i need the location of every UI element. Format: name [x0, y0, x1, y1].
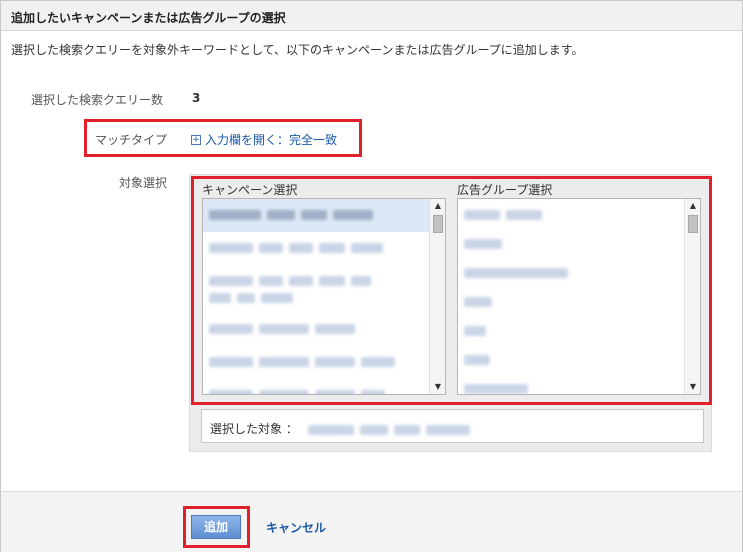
list-item[interactable] [458, 199, 700, 228]
cancel-link[interactable]: キャンセル [266, 519, 326, 536]
list-item[interactable] [458, 257, 700, 286]
selected-query-count-label: 選択した検索クエリー数 [31, 93, 164, 107]
blurred-text [315, 323, 355, 334]
blurred-text [464, 267, 568, 278]
plus-box-icon: + [191, 134, 201, 145]
selected-target-label: 選択した対象 ： [210, 422, 298, 436]
dialog-title: 追加したいキャンペーンまたは広告グループの選択 [1, 1, 742, 31]
blurred-text [259, 242, 283, 253]
blurred-text [289, 242, 313, 253]
blurred-text [259, 323, 309, 334]
list-item[interactable] [203, 379, 445, 394]
blurred-text [209, 293, 231, 303]
list-item[interactable] [458, 373, 700, 394]
blurred-text [464, 296, 492, 307]
blurred-text [209, 275, 253, 286]
list-item[interactable] [203, 313, 445, 346]
blurred-text [361, 389, 385, 394]
adgroup-listbox[interactable]: ▲ ▼ [457, 198, 701, 395]
list-item[interactable] [458, 228, 700, 257]
list-item[interactable] [458, 315, 700, 344]
dialog-footer [1, 491, 742, 552]
blurred-text [464, 383, 528, 394]
blurred-text [315, 389, 355, 394]
campaign-listbox[interactable]: ▲ ▼ [202, 198, 446, 395]
scroll-thumb[interactable] [433, 215, 443, 233]
blurred-text [464, 238, 502, 249]
blurred-text [464, 354, 490, 365]
blurred-text [464, 325, 486, 336]
match-type-link-text: 入力欄を開く：完全一致 [205, 133, 338, 147]
blurred-text [259, 275, 283, 286]
blurred-text [209, 389, 253, 394]
blurred-text [301, 209, 327, 220]
list-item[interactable] [203, 199, 445, 232]
blurred-text [259, 356, 309, 367]
selected-query-count-value: 3 [192, 91, 201, 105]
blurred-text [267, 209, 295, 220]
list-item[interactable] [203, 232, 445, 265]
blurred-text [464, 209, 500, 220]
adgroup-scrollbar[interactable]: ▲ ▼ [684, 199, 700, 394]
adgroup-list-title: 広告グループ選択 [457, 183, 553, 197]
blurred-text [361, 356, 395, 367]
blurred-text [209, 323, 253, 334]
selected-target-box: 選択した対象 ： [201, 409, 704, 443]
blurred-text [307, 424, 354, 435]
list-item[interactable] [203, 265, 445, 313]
list-item[interactable] [203, 346, 445, 379]
list-item[interactable] [458, 344, 700, 373]
target-selection-label: 対象選択 [119, 176, 168, 190]
blurred-text [209, 356, 253, 367]
blurred-text [209, 242, 253, 253]
blurred-text [315, 356, 355, 367]
dialog: 追加したいキャンペーンまたは広告グループの選択 選択した検索クエリーを対象外キー… [0, 0, 743, 552]
blurred-text [393, 424, 420, 435]
scroll-up-arrow-icon[interactable]: ▲ [430, 199, 445, 213]
campaign-list-title: キャンペーン選択 [202, 183, 298, 197]
match-type-expand-link[interactable]: + 入力欄を開く：完全一致 [191, 131, 337, 148]
add-button[interactable]: 追加 [191, 515, 241, 539]
scroll-thumb[interactable] [688, 215, 698, 233]
blurred-text [425, 424, 470, 435]
blurred-text [259, 389, 309, 394]
blurred-text [506, 209, 542, 220]
list-item[interactable] [458, 286, 700, 315]
scroll-up-arrow-icon[interactable]: ▲ [685, 199, 700, 213]
scroll-down-arrow-icon[interactable]: ▼ [430, 380, 445, 394]
blurred-text [319, 242, 345, 253]
blurred-text [209, 209, 261, 220]
blurred-text [359, 424, 388, 435]
dialog-description: 選択した検索クエリーを対象外キーワードとして、以下のキャンペーンまたは広告グルー… [11, 43, 584, 57]
blurred-text [289, 275, 313, 286]
blurred-text [319, 275, 345, 286]
match-type-label: マッチタイプ [95, 133, 168, 147]
blurred-text [351, 275, 371, 286]
blurred-text [237, 293, 255, 303]
scroll-down-arrow-icon[interactable]: ▼ [685, 380, 700, 394]
blurred-text [351, 242, 383, 253]
blurred-text [261, 293, 293, 303]
campaign-scrollbar[interactable]: ▲ ▼ [429, 199, 445, 394]
blurred-text [333, 209, 373, 220]
